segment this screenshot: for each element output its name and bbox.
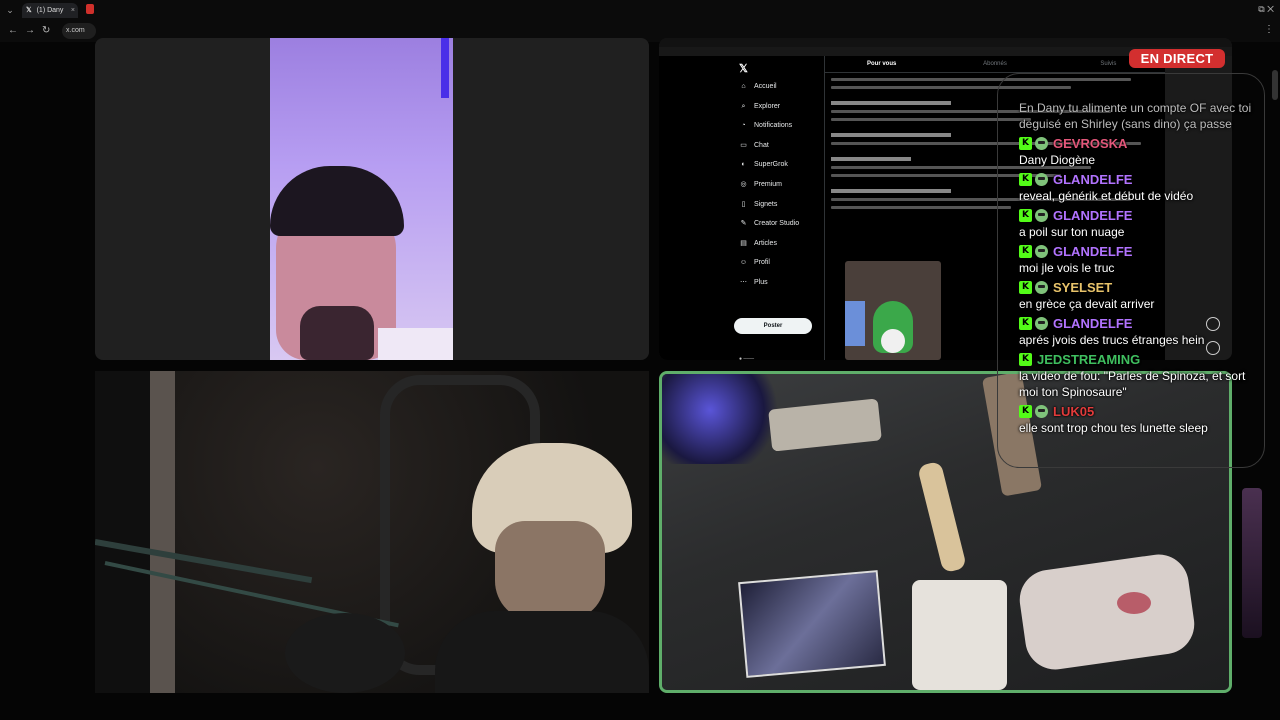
x-nav-item-supergrok[interactable]: ◐ SuperGrok bbox=[739, 160, 799, 180]
x-nav-item-explore[interactable]: ⌕ Explorer bbox=[739, 102, 799, 122]
x-account-switcher[interactable]: ● ─── bbox=[739, 356, 754, 360]
chat-username[interactable]: GLANDELFE bbox=[1053, 316, 1132, 331]
profile-icon: ☺ bbox=[739, 259, 748, 267]
tweet-image-yoshi[interactable] bbox=[845, 261, 941, 360]
browser-tab-bar: ⌄ 𝕏 (1) Dany × ⧉ ✕ bbox=[0, 0, 1280, 20]
more-icon: ⋯ bbox=[740, 278, 747, 286]
chat-username[interactable]: GLANDELFE bbox=[1053, 208, 1132, 223]
chat-message: K GEVROSKA Dany Diogène bbox=[1019, 136, 1128, 167]
x-post-button[interactable]: Poster bbox=[734, 318, 812, 334]
bell-icon: ◔ bbox=[741, 122, 746, 130]
x-nav-item-home[interactable]: ⌂ Accueil bbox=[739, 82, 799, 102]
browser-menu-icon[interactable]: ⋮ bbox=[1264, 24, 1274, 35]
x-nav-list: ⌂ Accueil ⌕ Explorer ◔ Notifications ▭ Chat … bbox=[739, 82, 799, 298]
chat-message: K LUK05 elle sont trop chou tes lunette s… bbox=[1019, 404, 1208, 435]
subscriber-badge-icon bbox=[1035, 245, 1048, 258]
subscriber-badge-icon bbox=[1035, 281, 1048, 294]
purple-lamp-shape bbox=[441, 38, 449, 98]
x-timeline-tabs: Pour vous Abonnés Suivis bbox=[825, 56, 1165, 73]
search-icon: ⌕ bbox=[741, 102, 746, 110]
photo-print-shape bbox=[738, 570, 886, 678]
second-tab-favicon-icon[interactable] bbox=[86, 4, 94, 14]
subscriber-badge-icon bbox=[1035, 137, 1048, 150]
kick-badge-icon: K bbox=[1019, 245, 1032, 258]
tab-abonnes[interactable]: Abonnés bbox=[938, 56, 1051, 72]
bookmark-icon: ▯ bbox=[741, 200, 746, 208]
creator-icon: ✎ bbox=[740, 220, 747, 228]
chat-username[interactable]: JEDSTREAMING bbox=[1037, 352, 1140, 367]
shirt-shape bbox=[378, 328, 453, 360]
chat-username[interactable]: GEVROSKA bbox=[1053, 136, 1127, 151]
x-nav-item-profile[interactable]: ☺ Profil bbox=[739, 258, 799, 278]
live-badge: EN DIRECT bbox=[1129, 49, 1225, 68]
address-bar[interactable]: x.com bbox=[62, 23, 96, 39]
browser-tab[interactable]: 𝕏 (1) Dany × bbox=[22, 3, 78, 18]
face-shape bbox=[495, 521, 605, 621]
hair-shape bbox=[270, 166, 404, 236]
x-nav-item-articles[interactable]: ▤ Articles bbox=[739, 239, 799, 259]
x-sidebar: 𝕏 ⌂ Accueil ⌕ Explorer ◔ Notifications ▭ Cha… bbox=[659, 56, 825, 360]
back-icon[interactable]: ← bbox=[8, 25, 18, 36]
chat-message: En Dany tu alimente un compte OF avec to… bbox=[1019, 101, 1252, 131]
kick-badge-icon: K bbox=[1019, 353, 1032, 366]
chat-message: K SYELSET en grèce ça devait arriver bbox=[1019, 280, 1155, 311]
subscriber-badge-icon bbox=[1035, 317, 1048, 330]
kick-badge-icon: K bbox=[1019, 173, 1032, 186]
premium-icon: ◎ bbox=[740, 180, 747, 188]
kick-badge-icon: K bbox=[1019, 281, 1032, 294]
kick-badge-icon: K bbox=[1019, 137, 1032, 150]
webcam-panel-bottom-left bbox=[95, 371, 649, 693]
x-nav-item-more[interactable]: ⋯ Plus bbox=[739, 278, 799, 298]
grok-icon: ◐ bbox=[741, 161, 746, 169]
webcam-panel-top-left bbox=[95, 38, 649, 360]
side-thumbnail bbox=[1242, 488, 1262, 638]
x-nav-item-notifications[interactable]: ◔ Notifications bbox=[739, 121, 799, 141]
body-shape bbox=[435, 611, 649, 693]
chat-message: K JEDSTREAMING la video de fou: "Parles d… bbox=[1019, 352, 1246, 399]
shared-browser-tabs bbox=[659, 38, 1232, 47]
x-nav-item-premium[interactable]: ◎ Premium bbox=[739, 180, 799, 200]
kick-badge-icon: K bbox=[1019, 317, 1032, 330]
kick-badge-icon: K bbox=[1019, 405, 1032, 418]
home-icon: ⌂ bbox=[741, 83, 746, 90]
tab-list-chevron-icon[interactable]: ⌄ bbox=[4, 4, 16, 16]
chat-message: K GLANDELFE moi jle vois le truc bbox=[1019, 244, 1133, 275]
webcam-video-streamer bbox=[270, 38, 453, 360]
beard-shape bbox=[300, 306, 374, 360]
x-logo-icon[interactable]: 𝕏 bbox=[739, 62, 748, 75]
chat-username[interactable]: GLANDELFE bbox=[1053, 172, 1132, 187]
x-logo-icon: 𝕏 bbox=[26, 7, 32, 14]
kick-badge-icon: K bbox=[1019, 209, 1032, 222]
x-nav-item-bookmarks[interactable]: ▯ Signets bbox=[739, 200, 799, 220]
chat-message: K GLANDELFE aprés jvois des trucs étrange… bbox=[1019, 316, 1205, 347]
tab-close-icon[interactable]: × bbox=[71, 3, 75, 18]
window-controls-icon[interactable]: ⧉ ✕ bbox=[1258, 4, 1274, 15]
chat-overlay: En Dany tu alimente un compte OF avec to… bbox=[1019, 100, 1259, 439]
chat-username[interactable]: SYELSET bbox=[1053, 280, 1112, 295]
chat-icon: ▭ bbox=[740, 141, 747, 149]
articles-icon: ▤ bbox=[740, 239, 747, 247]
chat-username[interactable]: LUK05 bbox=[1053, 404, 1094, 419]
chat-message: K GLANDELFE a poil sur ton nuage bbox=[1019, 208, 1133, 239]
chat-username[interactable]: GLANDELFE bbox=[1053, 244, 1132, 259]
chat-message: K GLANDELFE reveal, générik et début de v… bbox=[1019, 172, 1194, 203]
forward-icon[interactable]: → bbox=[25, 25, 35, 36]
page-scrollbar[interactable] bbox=[1272, 70, 1278, 100]
reload-icon[interactable]: ↻ bbox=[42, 25, 50, 36]
subscriber-badge-icon bbox=[1035, 173, 1048, 186]
microphone-shape bbox=[285, 613, 405, 693]
tab-pour-vous[interactable]: Pour vous bbox=[825, 56, 938, 72]
tab-title: (1) Dany bbox=[36, 7, 64, 14]
x-nav-item-creator-studio[interactable]: ✎ Creator Studio bbox=[739, 219, 800, 239]
x-nav-item-chat[interactable]: ▭ Chat bbox=[739, 141, 799, 161]
subscriber-badge-icon bbox=[1035, 405, 1048, 418]
subscriber-badge-icon bbox=[1035, 209, 1048, 222]
